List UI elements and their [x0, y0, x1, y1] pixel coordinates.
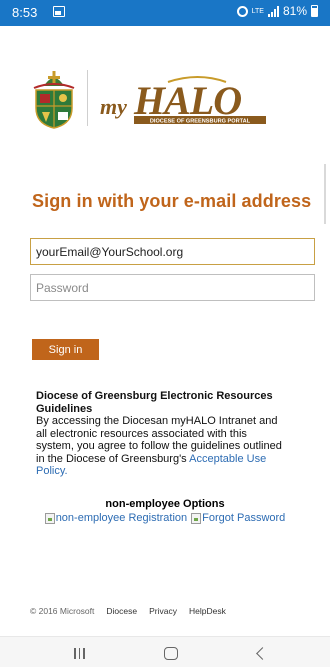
navigation-bar: [0, 636, 330, 667]
status-bar: 8:53 LTE 81%: [0, 0, 330, 26]
forgot-password-label: Forgot Password: [202, 512, 286, 524]
logo-divider: [87, 70, 88, 126]
footer-link-helpdesk[interactable]: HelpDesk: [189, 606, 226, 616]
guidelines-section: Diocese of Greensburg Electronic Resourc…: [36, 390, 286, 478]
signin-page: my HALO DIOCESE OF GREENSBURG PORTAL Sig…: [0, 26, 330, 636]
gallery-notification-icon: [53, 6, 65, 17]
diocese-seal-icon: [33, 71, 75, 129]
status-icons: LTE 81%: [236, 4, 318, 18]
options-links: non-employee Registration Forgot Passwor…: [32, 512, 298, 524]
registration-link[interactable]: non-employee Registration: [44, 512, 188, 524]
footer-link-diocese[interactable]: Diocese: [106, 606, 137, 616]
broken-image-icon: [44, 512, 55, 524]
copyright-text: © 2016 Microsoft: [30, 606, 95, 616]
battery-icon: [311, 5, 318, 17]
status-time: 8:53: [12, 5, 38, 20]
email-field[interactable]: [30, 238, 315, 265]
signin-button[interactable]: Sign in: [32, 339, 99, 360]
registration-link-label: non-employee Registration: [55, 512, 188, 524]
alarm-icon: [236, 5, 248, 17]
footer: © 2016 Microsoft Diocese Privacy HelpDes…: [30, 606, 226, 616]
myhalo-wordmark: my HALO DIOCESE OF GREENSBURG PORTAL: [100, 76, 266, 125]
recents-icon[interactable]: [74, 648, 85, 659]
signal-icon: [267, 5, 279, 17]
broken-image-icon: [191, 512, 202, 524]
svg-text:DIOCESE OF GREENSBURG PORTAL: DIOCESE OF GREENSBURG PORTAL: [150, 119, 251, 125]
home-icon[interactable]: [164, 647, 178, 660]
svg-text:my: my: [100, 94, 127, 119]
myhalo-logo: my HALO DIOCESE OF GREENSBURG PORTAL: [32, 64, 272, 134]
signin-heading: Sign in with your e-mail address: [32, 191, 312, 211]
battery-percent: 81%: [282, 4, 307, 18]
lte-icon: LTE: [251, 7, 264, 15]
guidelines-title: Diocese of Greensburg Electronic Resourc…: [36, 390, 273, 415]
non-employee-options: non-employee Options non-employee Regist…: [32, 498, 298, 524]
password-field[interactable]: [30, 274, 315, 301]
options-title: non-employee Options: [105, 498, 225, 510]
footer-link-privacy[interactable]: Privacy: [149, 606, 177, 616]
forgot-password-link[interactable]: Forgot Password: [191, 512, 285, 524]
scrollbar[interactable]: [324, 164, 326, 224]
back-icon[interactable]: [256, 647, 269, 660]
